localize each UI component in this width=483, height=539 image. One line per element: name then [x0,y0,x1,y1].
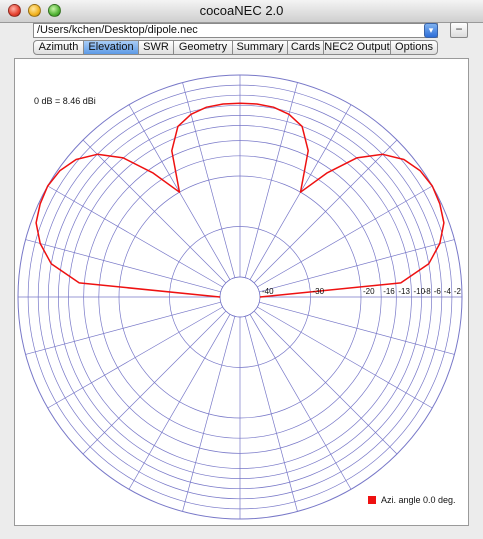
db-tick-label: -40 [262,287,274,296]
grid-spoke [182,316,236,512]
grid-spoke [257,185,433,288]
grid-spoke [47,306,223,409]
title-bar[interactable]: cocoaNEC 2.0 [0,0,483,23]
legend-label: Azi. angle 0.0 deg. [381,495,456,505]
db-tick-label: -16 [383,287,395,296]
tab-geometry[interactable]: Geometry [174,40,233,55]
db-tick-label: -2 [454,287,462,296]
tab-cards[interactable]: Cards [288,40,324,55]
grid-spoke [47,185,223,288]
tab-options[interactable]: Options [391,40,438,55]
file-path-combobox[interactable]: /Users/kchen/Desktop/dipole.nec [33,23,438,38]
chevron-down-icon[interactable]: ▾ [424,23,438,38]
tab-summary[interactable]: Summary [233,40,288,55]
grid-spoke [244,316,298,512]
remove-file-button[interactable]: − [450,22,468,38]
db-tick-label: -8 [424,287,432,296]
tab-azimuth[interactable]: Azimuth [33,40,84,55]
grid-spoke [259,301,455,355]
plot-legend: Azi. angle 0.0 deg. [368,495,456,505]
db-tick-label: -30 [313,287,325,296]
grid-spoke [244,82,298,278]
legend-swatch [368,496,376,504]
db-tick-label: -6 [434,287,442,296]
grid-spoke [182,82,236,278]
app-window: cocoaNEC 2.0 /Users/kchen/Desktop/dipole… [0,0,483,539]
tab-nec2-output[interactable]: NEC2 Output [324,40,391,55]
db-tick-label: -20 [363,287,375,296]
grid-ring [219,276,261,318]
db-tick-label: -4 [444,287,452,296]
grid-spoke [82,310,227,455]
view-tabs: Azimuth Elevation SWR Geometry Summary C… [33,40,438,55]
elevation-polar-plot: 0 dB = 8.46 dBi -40 -30 -20 -16 -13 -10-8 -6 -4… [17,74,463,520]
grid-spoke [25,301,221,355]
grid-spoke [253,139,398,284]
polar-grid [17,74,463,520]
grid-spoke [253,310,398,455]
grid-spoke [257,306,433,409]
grid-spoke [82,139,227,284]
reference-label: 0 dB = 8.46 dBi [34,96,96,106]
tab-elevation[interactable]: Elevation [84,40,139,55]
grid-spoke [128,314,231,490]
grid-spoke [249,314,352,490]
tab-swr[interactable]: SWR [139,40,174,55]
window-title: cocoaNEC 2.0 [199,3,284,18]
db-tick-label: -13 [398,287,410,296]
